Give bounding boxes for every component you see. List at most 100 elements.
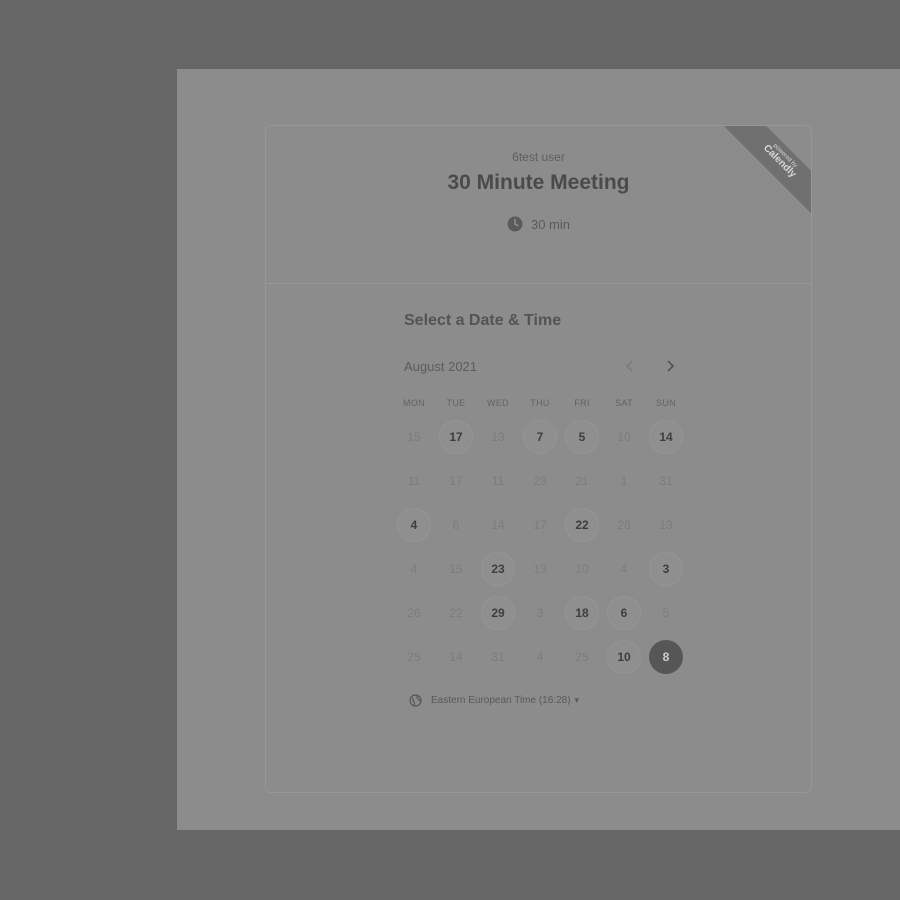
calendar-cell: 7 <box>519 415 561 459</box>
day-grid: 15 17 13 7 5 10 14 11 17 11 23 21 1 31 4 6 14 17 22 28 13 4 15… <box>393 415 687 679</box>
calendar-cell: 17 <box>435 459 477 503</box>
weekday-sat: SAT <box>615 398 633 408</box>
calendar-cell: 23 <box>477 547 519 591</box>
calendar-day-available[interactable]: 7 <box>523 420 557 454</box>
calendar-day-available[interactable]: 3 <box>649 552 683 586</box>
calendar-day: 4 <box>620 562 628 576</box>
event-duration: 30 min <box>266 216 811 232</box>
prev-month-button[interactable] <box>618 354 642 378</box>
calendar-cell: 4 <box>603 547 645 591</box>
ribbon-band[interactable]: powered by Calendly <box>725 126 811 214</box>
clock-icon <box>507 216 523 232</box>
calendar-cell: 25 <box>561 635 603 679</box>
calendar-day: 5 <box>662 606 670 620</box>
calendar-day: 10 <box>575 562 589 576</box>
calendar-cell: 22 <box>561 503 603 547</box>
calendar-day: 23 <box>533 474 547 488</box>
calendar-cell: 1 <box>603 459 645 503</box>
calendar-day-available[interactable]: 29 <box>481 596 515 630</box>
calendar-cell: 26 <box>393 591 435 635</box>
weekday-wed: WED <box>487 398 509 408</box>
calendar-cell: 21 <box>561 459 603 503</box>
calendar-day: 13 <box>659 518 673 532</box>
calendar-day-available[interactable]: 4 <box>397 508 431 542</box>
calendar-day: 11 <box>491 474 505 488</box>
calendar-day: 25 <box>407 650 421 664</box>
calendar-day-available[interactable]: 18 <box>565 596 599 630</box>
calendar-day: 31 <box>659 474 673 488</box>
calendar-day-available[interactable]: 17 <box>439 420 473 454</box>
powered-by-ribbon[interactable]: powered by Calendly <box>725 126 811 214</box>
calendar-cell: 31 <box>477 635 519 679</box>
calendar-cell: 15 <box>393 415 435 459</box>
calendar-cell: 11 <box>393 459 435 503</box>
calendar-cell: 6 <box>435 503 477 547</box>
calendar-day: 11 <box>407 474 421 488</box>
section-title: Select a Date & Time <box>404 312 562 329</box>
calendar-day: 21 <box>575 474 589 488</box>
calendar-day-available[interactable]: 10 <box>607 640 641 674</box>
calendar-day: 31 <box>491 650 505 664</box>
chevron-right-icon <box>667 360 675 372</box>
calendar-cell: 10 <box>603 635 645 679</box>
calendar-cell: 18 <box>561 591 603 635</box>
calendar-day: 14 <box>491 518 505 532</box>
calendar-cell: 25 <box>393 635 435 679</box>
calendar-day: 25 <box>575 650 589 664</box>
calendar-day: 6 <box>452 518 460 532</box>
month-label: August 2021 <box>404 359 478 374</box>
calendar-cell: 5 <box>645 591 687 635</box>
calendar-day: 10 <box>617 430 631 444</box>
duration-label: 30 min <box>530 216 571 232</box>
booking-frame: 6test user 30 Minute Meeting 30 min powe… <box>177 69 900 830</box>
weekday-mon: MON <box>403 398 425 408</box>
calendar-cell: 31 <box>645 459 687 503</box>
calendar-day-available[interactable]: 23 <box>481 552 515 586</box>
calendar-day: 13 <box>533 562 547 576</box>
calendar-cell: 17 <box>435 415 477 459</box>
calendar-day: 1 <box>620 474 628 488</box>
calendar-day: 14 <box>449 650 463 664</box>
globe-icon <box>409 694 422 707</box>
calendar-cell: 13 <box>477 415 519 459</box>
calendar-cell: 10 <box>603 415 645 459</box>
calendar-day-available[interactable]: 14 <box>649 420 683 454</box>
calendar-day: 4 <box>410 562 418 576</box>
calendar-day: 15 <box>407 430 421 444</box>
calendar-section: Select a Date & Time August 2021 MON TUE W… <box>266 284 811 784</box>
calendar-cell: 4 <box>393 503 435 547</box>
calendar-cell: 3 <box>519 591 561 635</box>
calendar-day-available[interactable]: 5 <box>565 420 599 454</box>
calendar-day: 17 <box>533 518 547 532</box>
next-month-button[interactable] <box>658 354 682 378</box>
calendar-cell: 5 <box>561 415 603 459</box>
weekday-header: MON TUE WED THU FRI SAT SUN <box>393 398 687 408</box>
calendar-day: 4 <box>536 650 544 664</box>
calendar-cell: 14 <box>645 415 687 459</box>
calendar-day: 26 <box>407 606 421 620</box>
chevron-left-icon <box>625 360 633 372</box>
calendar-cell: 6 <box>603 591 645 635</box>
calendar-day: 13 <box>491 430 505 444</box>
calendar-day: 3 <box>536 606 544 620</box>
weekday-fri: FRI <box>574 398 590 408</box>
weekday-sun: SUN <box>656 398 676 408</box>
calendar-cell: 17 <box>519 503 561 547</box>
calendar-day-available[interactable]: 22 <box>565 508 599 542</box>
scheduling-card: 6test user 30 Minute Meeting 30 min powe… <box>265 125 812 793</box>
calendar-day-selected[interactable]: 8 <box>649 640 683 674</box>
calendar-cell: 8 <box>645 635 687 679</box>
calendar-day-available[interactable]: 6 <box>607 596 641 630</box>
calendar-cell: 4 <box>519 635 561 679</box>
calendar-cell: 23 <box>519 459 561 503</box>
calendar-day: 15 <box>449 562 463 576</box>
calendar-cell: 10 <box>561 547 603 591</box>
calendar-cell: 13 <box>519 547 561 591</box>
calendar-cell: 22 <box>435 591 477 635</box>
weekday-tue: TUE <box>446 398 466 408</box>
calendar-cell: 14 <box>435 635 477 679</box>
weekday-thu: THU <box>530 398 550 408</box>
calendar-day: 22 <box>449 606 463 620</box>
timezone-selector[interactable]: Eastern European Time (16:28) ▾ <box>409 694 579 707</box>
timezone-label: Eastern European Time (16:28) <box>431 695 571 706</box>
